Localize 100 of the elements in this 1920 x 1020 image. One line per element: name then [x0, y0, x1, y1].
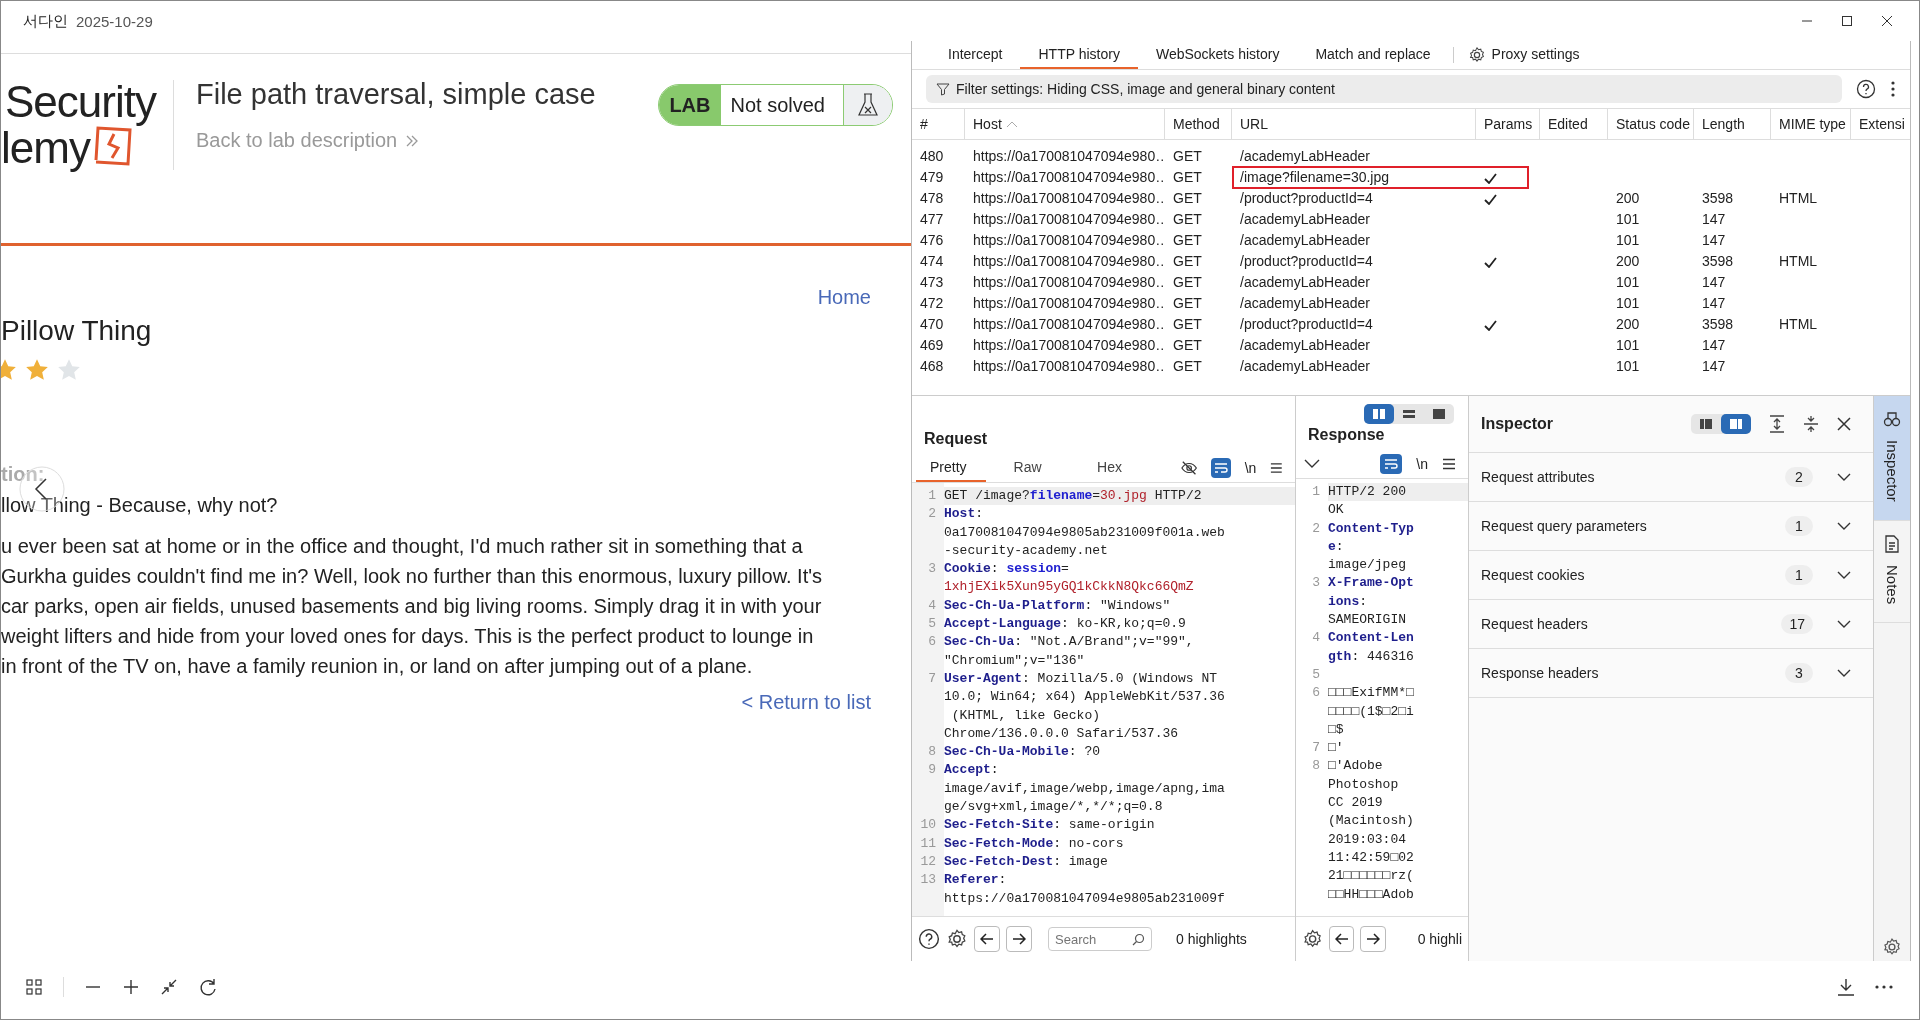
- table-cell: 101: [1616, 232, 1640, 248]
- eye-slash-icon[interactable]: [1180, 460, 1197, 476]
- table-cell-text: GET: [1172, 252, 1203, 271]
- table-cell-text: 473: [919, 273, 945, 292]
- download-icon[interactable]: [1837, 978, 1855, 996]
- help-icon[interactable]: [918, 928, 940, 950]
- table-row[interactable]: 468 https://0a170081047094e980… GET /academyLabHeader 101 147: [912, 356, 1910, 377]
- inspector-section[interactable]: Request headers 17: [1469, 600, 1873, 649]
- word-wrap-button[interactable]: [1210, 458, 1231, 478]
- proxy-settings-tab[interactable]: Proxy settings: [1485, 41, 1598, 69]
- side-tab[interactable]: Notes: [1874, 520, 1910, 623]
- collapse-icon[interactable]: [1803, 415, 1819, 433]
- search-field[interactable]: Search: [1048, 927, 1152, 951]
- back-button[interactable]: [974, 926, 1000, 952]
- table-row[interactable]: 477 https://0a170081047094e980… GET /academyLabHeader 101 147: [912, 209, 1910, 230]
- table-row[interactable]: 479 https://0a170081047094e980… GET /image?filename=30.jpg: [912, 167, 1910, 188]
- chevron-down-icon[interactable]: [1304, 459, 1320, 469]
- panel-layout-icon: [1699, 418, 1713, 430]
- column-header[interactable]: Extensi: [1851, 109, 1910, 139]
- column-header[interactable]: Status code: [1608, 109, 1694, 139]
- layout-button[interactable]: [1364, 404, 1394, 424]
- newline-toggle[interactable]: \n: [1416, 456, 1428, 472]
- description-line: u ever been sat at home or in the office and thought, I'd much rather sit in something that a: [1, 534, 803, 559]
- newline-toggle[interactable]: \n: [1244, 460, 1257, 476]
- more-icon[interactable]: [1875, 985, 1893, 989]
- table-cell: HTML: [1779, 253, 1818, 269]
- column-header[interactable]: Method: [1165, 109, 1232, 139]
- table-row[interactable]: 478 https://0a170081047094e980… GET /product?productId=4 200 3598 HTML: [912, 188, 1910, 209]
- table-row[interactable]: 470 https://0a170081047094e980… GET /product?productId=4 200 3598 HTML: [912, 314, 1910, 335]
- maximize-icon[interactable]: [1841, 15, 1853, 27]
- settings-icon[interactable]: [946, 928, 968, 950]
- forward-button[interactable]: [1006, 926, 1032, 952]
- column-header[interactable]: MIME type: [1771, 109, 1851, 139]
- grid-icon[interactable]: [25, 978, 43, 996]
- table-cell: 147: [1702, 232, 1726, 248]
- code-line: Content-Len: [1328, 629, 1415, 648]
- column-header[interactable]: URL: [1232, 109, 1476, 139]
- table-row[interactable]: 473 https://0a170081047094e980… GET /academyLabHeader 101 147: [912, 272, 1910, 293]
- section-title: Request cookies: [1481, 567, 1585, 583]
- column-header[interactable]: Params: [1476, 109, 1540, 139]
- proxy-tab[interactable]: Intercept: [930, 41, 1021, 69]
- zoom-in-icon[interactable]: [122, 978, 140, 996]
- menu-icon[interactable]: [1442, 458, 1456, 470]
- rotate-icon[interactable]: [198, 977, 218, 997]
- table-cell-text: 476: [919, 231, 945, 250]
- table-row[interactable]: 469 https://0a170081047094e980… GET /academyLabHeader 101 147: [912, 335, 1910, 356]
- table-cell: /academyLabHeader: [1240, 148, 1370, 164]
- table-row[interactable]: 474 https://0a170081047094e980… GET /product?productId=4 200 3598 HTML: [912, 251, 1910, 272]
- code-line: □□□ExifMM*□: [1328, 684, 1415, 703]
- more-icon[interactable]: [1890, 80, 1896, 98]
- table-row[interactable]: 480 https://0a170081047094e980… GET /academyLabHeader: [912, 146, 1910, 167]
- proxy-tab[interactable]: HTTP history: [1020, 41, 1138, 69]
- expand-icon[interactable]: [1769, 415, 1785, 433]
- column-header[interactable]: #: [912, 109, 965, 139]
- settings-icon[interactable]: [1302, 928, 1324, 950]
- close-icon[interactable]: [1837, 417, 1851, 431]
- view-tab[interactable]: Hex: [1083, 454, 1153, 482]
- proxy-tab[interactable]: Match and replace: [1297, 41, 1449, 69]
- table-cell: 101: [1616, 211, 1640, 227]
- line-number: 6: [1311, 684, 1321, 703]
- settings-icon[interactable]: [1882, 937, 1902, 957]
- settings-icon[interactable]: [1467, 46, 1486, 64]
- proxy-tab[interactable]: WebSockets history: [1137, 41, 1298, 69]
- description-line: Gurkha guides couldn't find me in? Well, look no further than this enormous, luxury pillow. It's: [1, 564, 822, 589]
- code-line: 11:42:59□02: [1328, 848, 1415, 867]
- inspector-section[interactable]: Request attributes 2: [1469, 453, 1873, 502]
- table-row[interactable]: 472 https://0a170081047094e980… GET /academyLabHeader 101 147: [912, 293, 1910, 314]
- table-cell-text: GET: [1172, 315, 1203, 334]
- table-cell: 3598: [1702, 253, 1734, 269]
- inspector-section[interactable]: Request cookies 1: [1469, 551, 1873, 600]
- close-icon[interactable]: [1881, 15, 1893, 27]
- shrink-icon[interactable]: [160, 978, 178, 996]
- back-button[interactable]: [1329, 926, 1355, 952]
- table-cell-text: https://0a170081047094e980…: [972, 273, 1165, 292]
- return-link[interactable]: < Return to list: [741, 691, 871, 714]
- inspector-section[interactable]: Request query parameters 1: [1469, 502, 1873, 551]
- word-wrap-button[interactable]: [1380, 454, 1403, 474]
- flask-icon[interactable]: [857, 92, 879, 118]
- logo-text: lemy: [1, 126, 90, 170]
- help-icon[interactable]: [1856, 79, 1876, 99]
- column-header[interactable]: Edited: [1540, 109, 1608, 139]
- column-header[interactable]: Length: [1694, 109, 1771, 139]
- side-tab[interactable]: Inspector: [1874, 396, 1910, 521]
- wrap-icon: [1213, 462, 1228, 474]
- layout-button[interactable]: [1721, 414, 1751, 434]
- table-cell: 147: [1702, 295, 1726, 311]
- home-link[interactable]: Home: [817, 286, 871, 309]
- wrap-icon: [1384, 458, 1399, 470]
- forward-button[interactable]: [1360, 926, 1386, 952]
- inspector-section[interactable]: Response headers 3: [1469, 649, 1873, 698]
- table-cell: 147: [1702, 358, 1726, 374]
- column-header[interactable]: Host: [965, 109, 1165, 139]
- menu-icon[interactable]: [1270, 462, 1283, 474]
- code-line: "Chromium";v="136": [944, 651, 1086, 670]
- code-line: Accept:: [944, 761, 1000, 780]
- table-row[interactable]: 476 https://0a170081047094e980… GET /academyLabHeader 101 147: [912, 230, 1910, 251]
- view-tab[interactable]: Raw: [999, 454, 1070, 482]
- table-cell: 3598: [1702, 316, 1734, 332]
- filter-bar[interactable]: Filter settings: Hiding CSS, image and general binary content: [926, 75, 1842, 103]
- filter-text: Filter settings: Hiding CSS, image and general binary content: [956, 81, 1335, 97]
